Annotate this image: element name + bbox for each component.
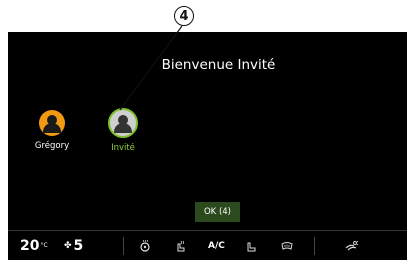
profile-name: Invité bbox=[111, 143, 135, 153]
divider bbox=[123, 237, 124, 255]
welcome-title: Bienvenue Invité bbox=[161, 57, 276, 73]
profile-name: Grégory bbox=[34, 141, 70, 151]
profile-gregory[interactable]: Grégory bbox=[27, 110, 77, 151]
seat-ventilation-icon[interactable] bbox=[244, 238, 258, 254]
temperature-value: 20 bbox=[20, 238, 40, 254]
fan-speed-value: 5 bbox=[73, 238, 84, 254]
fan-icon: ✤ bbox=[64, 241, 72, 251]
ac-label: A/C bbox=[208, 241, 225, 251]
fan-speed-control[interactable]: ✤ 5 bbox=[64, 238, 83, 254]
user-icon bbox=[108, 108, 138, 138]
ac-button[interactable]: A/C bbox=[208, 238, 225, 254]
multimedia-screen: Bienvenue Invité Grégory Invité OK (4) 2… bbox=[8, 32, 407, 260]
steering-heat-icon[interactable] bbox=[138, 238, 152, 254]
seat-heat-level-indicator bbox=[171, 255, 189, 257]
seat-heat-icon[interactable] bbox=[174, 238, 188, 254]
divider bbox=[314, 237, 315, 255]
ok-button[interactable]: OK (4) bbox=[195, 202, 240, 222]
temperature-unit: °C bbox=[40, 242, 48, 249]
profile-guest[interactable]: Invité bbox=[98, 108, 148, 153]
user-icon bbox=[39, 110, 65, 136]
climate-bar: 20 °C ✤ 5 A/C bbox=[8, 230, 407, 260]
rear-defrost-icon[interactable] bbox=[280, 238, 294, 254]
callout-number: 4 bbox=[174, 6, 194, 26]
seat-ventilation-level-indicator bbox=[241, 255, 259, 257]
temperature-control[interactable]: 20 °C bbox=[20, 238, 48, 254]
airflow-icon[interactable] bbox=[344, 238, 360, 254]
